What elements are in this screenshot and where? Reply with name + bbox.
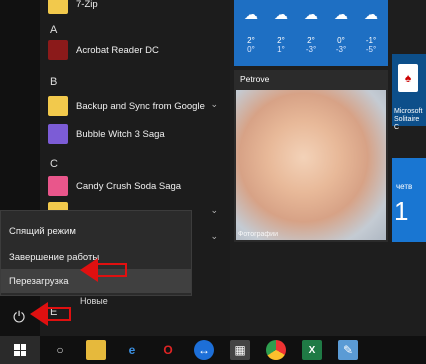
app-label: Backup and Sync from Google <box>76 100 205 112</box>
weather-tile[interactable]: ☁ 2° 0° ☁ 2° 1° ☁ 2° -3° ☁ 0° -3° ☁ -1° … <box>234 0 388 66</box>
app-label: 7-Zip <box>76 0 98 10</box>
weather-low: 0° <box>247 45 255 54</box>
weather-high: 2° <box>277 36 285 45</box>
chevron-down-icon[interactable]: ⌄ <box>210 99 218 110</box>
power-icon[interactable]: ⏻ <box>8 306 30 328</box>
baby-photo <box>236 90 386 240</box>
cards-icon: ♠ <box>398 64 418 92</box>
photo-tile-title: Petrove <box>240 74 270 84</box>
solitaire-label-line1: Microsoft <box>394 108 423 115</box>
notepad-icon[interactable]: ✎ <box>338 340 358 360</box>
calendar-date: 1 <box>394 196 409 226</box>
windows-start-icon <box>14 344 26 356</box>
arrow-tail <box>47 307 71 321</box>
folder-icon <box>48 96 68 116</box>
calendar-day: четв <box>396 182 413 191</box>
arrow-tail <box>97 263 127 277</box>
app-acrobat-reader[interactable]: Acrobat Reader DC <box>48 38 228 62</box>
weather-high: 0° <box>337 36 345 45</box>
excel-icon[interactable]: X <box>302 340 322 360</box>
weather-day: ☁ 0° -3° <box>324 6 358 54</box>
snow-cloud-icon: ☁ <box>304 6 318 22</box>
weather-day: ☁ 2° -3° <box>294 6 328 54</box>
arrow-head <box>30 302 48 326</box>
solitaire-tile[interactable]: ♠ Microsoft Solitaire C <box>392 54 426 131</box>
app-label: Bubble Witch 3 Saga <box>76 128 165 140</box>
chrome-icon[interactable] <box>266 340 286 360</box>
weather-day: ☁ 2° 1° <box>264 6 298 54</box>
chevron-down-icon[interactable]: ⌄ <box>210 205 218 216</box>
weather-low: -3° <box>305 45 317 54</box>
weather-high: 2° <box>247 36 255 45</box>
power-menu: Спящий режим Завершение работы Перезагру… <box>0 210 192 296</box>
calendar-tile[interactable]: четв 1 <box>392 158 426 242</box>
cloud-icon: ☁ <box>274 6 288 22</box>
weather-low: -5° <box>365 45 377 54</box>
sleep-menu-item[interactable]: Спящий режим <box>1 219 191 243</box>
weather-low: 1° <box>277 45 285 54</box>
letter-header-a[interactable]: A <box>50 24 57 36</box>
app-bubble-witch[interactable]: Bubble Witch 3 Saga <box>48 122 228 146</box>
bubble-witch-icon <box>48 124 68 144</box>
search-icon[interactable]: ○ <box>50 340 70 360</box>
film-icon[interactable]: ▦ <box>230 340 250 360</box>
app-backup-and-sync[interactable]: Backup and Sync from Google ⌄ <box>48 94 228 118</box>
weather-low: -3° <box>335 45 347 54</box>
opera-icon[interactable]: O <box>158 340 178 360</box>
weather-high: -1° <box>365 36 377 45</box>
app-candy-crush[interactable]: Candy Crush Soda Saga <box>48 174 228 198</box>
chevron-down-icon[interactable]: ⌄ <box>210 231 218 242</box>
cloud-icon: ☁ <box>364 6 378 22</box>
start-button[interactable] <box>0 336 40 364</box>
arrow-head <box>80 258 98 282</box>
folder-icon <box>48 0 68 14</box>
app-label: Acrobat Reader DC <box>76 44 159 56</box>
app-label: Candy Crush Soda Saga <box>76 180 182 192</box>
app-7zip[interactable]: 7-Zip <box>48 0 228 16</box>
cloud-icon: ☁ <box>244 6 258 22</box>
edge-icon[interactable]: e <box>122 340 142 360</box>
cloud-icon: ☁ <box>334 6 348 22</box>
new-apps-label: Новые <box>80 296 108 306</box>
candy-crush-icon <box>48 176 68 196</box>
weather-high: 2° <box>307 36 315 45</box>
weather-day: ☁ -1° -5° <box>354 6 388 54</box>
teamviewer-icon[interactable]: ↔ <box>194 340 214 360</box>
taskbar: ○ e O ↔ ▦ X ✎ <box>0 336 426 364</box>
weather-day: ☁ 2° 0° <box>234 6 268 54</box>
photo-tile-caption: Фотографии <box>238 231 279 238</box>
letter-header-b[interactable]: B <box>50 76 57 88</box>
solitaire-label: Microsoft Solitaire C <box>394 108 426 132</box>
file-explorer-icon[interactable] <box>86 340 106 360</box>
acrobat-icon <box>48 40 68 60</box>
photos-tile[interactable]: Petrove Фотографии <box>234 70 388 242</box>
solitaire-label-line2: Solitaire C <box>394 116 420 131</box>
letter-header-c[interactable]: C <box>50 158 58 170</box>
